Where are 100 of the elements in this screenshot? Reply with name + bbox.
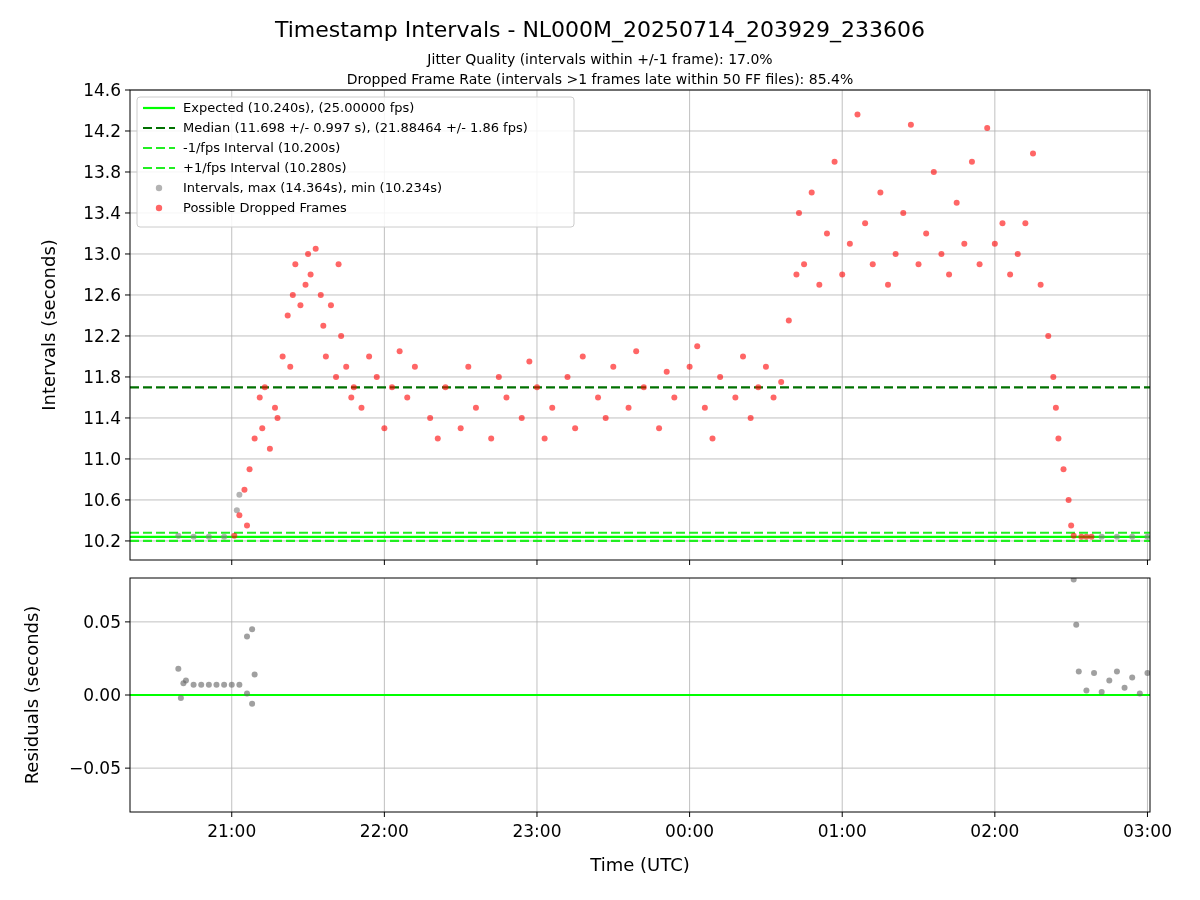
data-point [320, 322, 327, 329]
data-point [640, 384, 647, 391]
y-axis-label: Intervals (seconds) [38, 239, 59, 411]
data-point [244, 522, 250, 529]
data-point [307, 271, 314, 278]
data-point [1045, 332, 1052, 339]
data-point [274, 414, 281, 421]
data-point [801, 261, 808, 268]
legend-label: Possible Dropped Frames [183, 200, 347, 215]
data-point [427, 414, 434, 421]
data-point [244, 690, 250, 697]
data-point [701, 404, 708, 411]
data-point [1068, 522, 1075, 529]
data-point [261, 384, 268, 391]
data-point [976, 261, 983, 268]
data-point [572, 425, 579, 432]
data-point [251, 435, 258, 442]
data-point [322, 353, 329, 360]
y-tick-label: 14.2 [83, 121, 121, 141]
y-tick-label: 11.0 [83, 448, 121, 469]
data-point [284, 312, 291, 319]
data-point [1070, 578, 1077, 583]
y-tick-label: 10.2 [83, 530, 121, 551]
y-tick-label: −0.05 [68, 758, 121, 779]
data-point [404, 394, 411, 401]
data-point [938, 251, 945, 257]
data-point [1136, 690, 1143, 697]
y-tick-label: 13.8 [83, 162, 121, 182]
data-point [1065, 496, 1072, 503]
data-point [396, 348, 403, 355]
data-point [1113, 668, 1120, 675]
data-point [1052, 404, 1059, 411]
data-point [862, 220, 869, 227]
data-point [249, 700, 256, 707]
data-point [503, 394, 510, 401]
data-point [991, 240, 998, 247]
data-point [854, 111, 861, 118]
data-point [740, 353, 746, 360]
data-point [287, 363, 294, 370]
x-tick-label: 00:00 [665, 821, 715, 841]
data-point [541, 435, 548, 442]
data-point [1060, 466, 1067, 473]
legend-label: -1/fps Interval (10.200s) [183, 140, 341, 155]
data-point [785, 317, 792, 324]
x-tick-label: 01:00 [817, 821, 867, 841]
data-point [373, 373, 380, 380]
data-point [343, 363, 350, 370]
data-point [595, 394, 602, 401]
data-point [1144, 670, 1150, 677]
data-point [518, 414, 525, 421]
legend-line-swatch [143, 106, 175, 110]
data-point [366, 353, 373, 360]
legend-line-swatch [143, 166, 175, 170]
data-point [389, 384, 395, 391]
legend-line-swatch [143, 126, 175, 130]
data-point [348, 394, 355, 401]
data-point [338, 332, 345, 339]
x-axis-label: Time (UTC) [590, 854, 690, 875]
data-point [333, 373, 340, 380]
y-tick-label: 0.00 [83, 685, 121, 705]
data-point [717, 373, 724, 380]
data-point [1083, 687, 1090, 694]
data-point [808, 189, 815, 196]
data-point [1106, 677, 1113, 684]
data-point [534, 384, 540, 391]
data-point [279, 353, 286, 360]
x-tick-label: 23:00 [512, 821, 562, 841]
data-point [900, 210, 907, 216]
legend-marker-swatch [155, 184, 163, 192]
data-point [1129, 674, 1136, 681]
data-point [946, 271, 953, 278]
y-tick-label: 14.6 [83, 80, 121, 100]
y-tick-label: 13.0 [83, 244, 121, 264]
y-tick-label: 13.4 [83, 203, 121, 223]
data-point [289, 291, 296, 298]
data-point [564, 373, 571, 380]
data-point [434, 435, 441, 442]
data-point [317, 291, 324, 298]
data-point [930, 169, 937, 175]
data-point [457, 425, 464, 432]
data-point [1073, 621, 1080, 628]
data-point [549, 404, 556, 411]
figure-title: Timestamp Intervals - NL000M_20250714_203929_233606 [274, 17, 926, 42]
data-point [961, 240, 968, 247]
data-point [915, 261, 922, 268]
data-point [846, 240, 853, 247]
data-point [778, 379, 785, 386]
data-point [869, 261, 876, 268]
data-point [411, 363, 418, 370]
data-point [1050, 373, 1057, 380]
data-point [793, 271, 800, 278]
figure-subtitle: Jitter Quality (intervals within +/-1 frame): 17.0% [427, 51, 773, 67]
data-point [625, 404, 632, 411]
data-point [1129, 533, 1136, 540]
data-point [633, 348, 640, 355]
data-point [831, 158, 838, 165]
data-point [205, 533, 212, 540]
data-point [231, 532, 238, 539]
data-point [465, 363, 472, 370]
data-point [1007, 271, 1014, 278]
